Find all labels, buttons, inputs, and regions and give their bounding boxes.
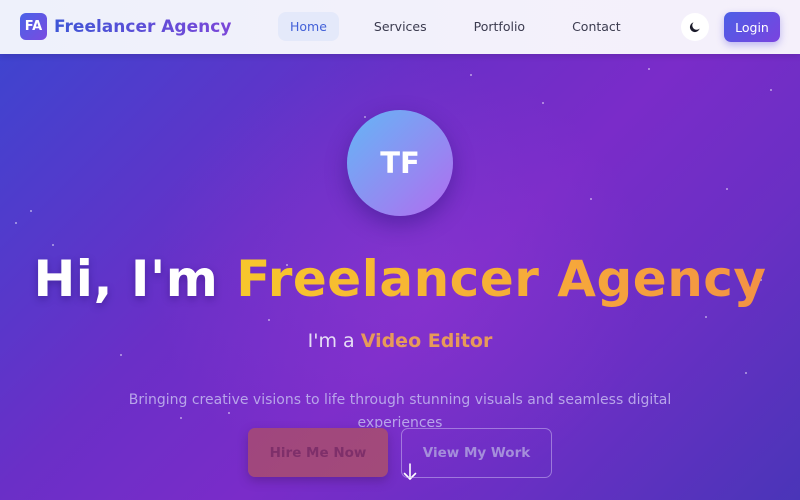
star-particle — [705, 316, 707, 318]
hero-role: Video Editor — [360, 330, 493, 352]
login-button[interactable]: Login — [724, 12, 780, 42]
nav-link-home[interactable]: Home — [278, 12, 339, 41]
nav-links: Home Services Portfolio Contact — [278, 12, 633, 41]
view-work-button[interactable]: View My Work — [401, 428, 552, 478]
nav-link-portfolio[interactable]: Portfolio — [462, 12, 537, 41]
brand-logo: FA — [20, 13, 47, 40]
star-particle — [30, 210, 32, 212]
hero-section: TF Hi, I'm Freelancer Agency I'm a Video… — [0, 54, 800, 500]
nav-link-contact[interactable]: Contact — [560, 12, 633, 41]
hero-subtitle-prefix: I'm a — [307, 330, 361, 352]
star-particle — [648, 68, 650, 70]
hero-title-name: Freelancer Agency — [236, 250, 767, 308]
star-particle — [52, 244, 54, 246]
star-particle — [470, 74, 472, 76]
moon-icon — [689, 22, 700, 33]
hire-me-button[interactable]: Hire Me Now — [248, 428, 388, 477]
star-particle — [726, 188, 728, 190]
theme-toggle-button[interactable] — [681, 13, 709, 41]
star-particle — [364, 116, 366, 118]
brand-name: Freelancer Agency — [54, 16, 232, 37]
brand[interactable]: FA Freelancer Agency — [20, 13, 231, 40]
navbar: FA Freelancer Agency Home Services Portf… — [0, 0, 800, 54]
star-particle — [745, 372, 747, 374]
hero-description: Bringing creative visions to life throug… — [128, 392, 672, 431]
star-particle — [15, 222, 17, 224]
nav-link-services[interactable]: Services — [362, 12, 439, 41]
hero-title: Hi, I'm Freelancer Agency — [0, 250, 800, 308]
star-particle — [590, 198, 592, 200]
hero-subtitle: I'm a Video Editor — [0, 330, 800, 352]
avatar: TF — [347, 110, 453, 216]
star-particle — [542, 102, 544, 104]
hero-title-prefix: Hi, I'm — [33, 250, 237, 308]
star-particle — [268, 319, 270, 321]
star-particle — [120, 354, 122, 356]
star-particle — [770, 89, 772, 91]
